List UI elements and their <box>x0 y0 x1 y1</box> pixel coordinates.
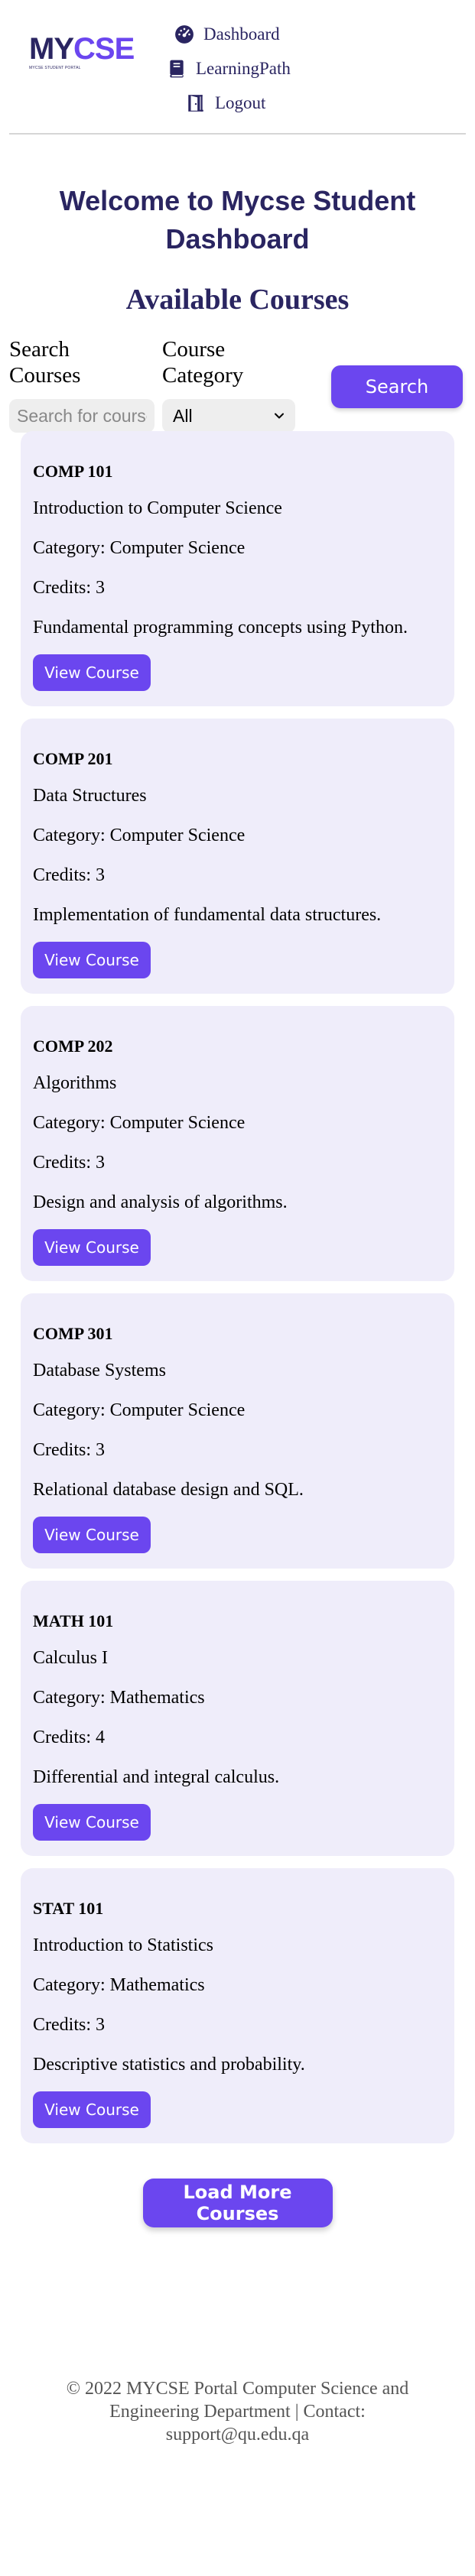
view-course-button[interactable]: View Course <box>33 1517 151 1553</box>
course-credits: Credits: 3 <box>33 1153 105 1173</box>
mycse-logo[interactable]: MYCSE MYCSE STUDENT PORTAL <box>29 34 136 73</box>
course-name: Data Structures <box>33 786 147 806</box>
course-list: COMP 101 Introduction to Computer Scienc… <box>0 431 475 2143</box>
course-description: Design and analysis of algorithms. <box>33 1192 288 1212</box>
search-input[interactable] <box>9 399 155 433</box>
view-course-button[interactable]: View Course <box>33 2091 151 2128</box>
logo-tagline: MYCSE STUDENT PORTAL <box>29 66 81 70</box>
footer-text: © 2022 MYCSE Portal Computer Science and… <box>66 2379 409 2445</box>
course-credits: Credits: 3 <box>33 2015 105 2035</box>
course-category: Category: Computer Science <box>33 538 246 558</box>
course-category: Category: Mathematics <box>33 1975 205 1995</box>
course-credits: Credits: 3 <box>33 578 105 598</box>
search-group: Search Courses <box>9 336 155 433</box>
view-course-button[interactable]: View Course <box>33 1804 151 1841</box>
header-divider <box>9 133 466 135</box>
course-description: Descriptive statistics and probability. <box>33 2055 305 2075</box>
course-name: Introduction to Computer Science <box>33 498 282 518</box>
logout-door-icon <box>188 94 203 112</box>
course-code: STAT 101 <box>33 1899 104 1918</box>
nav-label: LearningPath <box>196 58 291 78</box>
course-card: COMP 201 Data Structures Category: Compu… <box>21 719 454 994</box>
course-description: Fundamental programming concepts using P… <box>33 618 408 638</box>
course-name: Calculus I <box>33 1648 108 1668</box>
section-title: Available Courses <box>125 284 350 316</box>
nav-item-dashboard[interactable]: Dashboard <box>167 17 291 51</box>
course-card: STAT 101 Introduction to Statistics Cate… <box>21 1868 454 2143</box>
course-code: COMP 202 <box>33 1037 113 1056</box>
course-category: Category: Computer Science <box>33 826 246 845</box>
course-card: MATH 101 Calculus I Category: Mathematic… <box>21 1581 454 1856</box>
category-selected-value: All <box>173 405 193 426</box>
footer: © 2022 MYCSE Portal Computer Science and… <box>0 2377 475 2576</box>
course-name: Introduction to Statistics <box>33 1935 213 1955</box>
course-code: MATH 101 <box>33 1611 114 1630</box>
course-card: COMP 202 Algorithms Category: Computer S… <box>21 1006 454 1281</box>
search-button[interactable]: Search <box>331 365 463 408</box>
load-more-container: Load More Courses <box>0 2179 475 2227</box>
book-icon <box>170 60 184 77</box>
main-nav: Dashboard LearningPath Logout <box>167 17 291 120</box>
logo-my: MY <box>29 32 74 66</box>
nav-item-logout[interactable]: Logout <box>167 86 291 120</box>
category-label: Course Category <box>162 337 244 388</box>
chevron-down-icon <box>275 413 284 419</box>
page-title: Welcome to Mycse Student Dashboard <box>59 185 416 255</box>
load-more-button[interactable]: Load More Courses <box>142 2179 333 2227</box>
nav-label: Logout <box>215 92 266 112</box>
search-label: Search Courses <box>9 337 81 388</box>
course-credits: Credits: 3 <box>33 865 105 885</box>
view-course-button[interactable]: View Course <box>33 942 151 978</box>
course-category: Category: Computer Science <box>33 1113 246 1133</box>
course-credits: Credits: 4 <box>33 1728 105 1747</box>
category-group: Course Category All <box>162 336 295 433</box>
course-card: COMP 301 Database Systems Category: Comp… <box>21 1293 454 1569</box>
course-description: Implementation of fundamental data struc… <box>33 905 382 925</box>
main-content: Welcome to Mycse Student Dashboard Avail… <box>0 182 475 2227</box>
course-code: COMP 201 <box>33 749 113 768</box>
course-credits: Credits: 3 <box>33 1440 105 1460</box>
nav-label: Dashboard <box>203 24 280 44</box>
nav-item-learningpath[interactable]: LearningPath <box>167 51 291 86</box>
view-course-button[interactable]: View Course <box>33 654 151 691</box>
course-description: Relational database design and SQL. <box>33 1480 304 1500</box>
course-code: COMP 101 <box>33 462 113 481</box>
view-course-button[interactable]: View Course <box>33 1229 151 1266</box>
category-select[interactable]: All <box>162 399 295 433</box>
header: MYCSE MYCSE STUDENT PORTAL Dashboard Lea… <box>0 0 475 135</box>
course-card: COMP 101 Introduction to Computer Scienc… <box>21 431 454 706</box>
course-category: Category: Mathematics <box>33 1688 205 1708</box>
course-category: Category: Computer Science <box>33 1400 246 1420</box>
course-description: Differential and integral calculus. <box>33 1767 280 1787</box>
logo-cse: CSE <box>73 32 135 66</box>
dashboard-gauge-icon <box>175 24 194 44</box>
course-code: COMP 301 <box>33 1324 113 1343</box>
course-name: Algorithms <box>33 1073 117 1093</box>
course-filters: Search Courses Course Category All Searc… <box>0 324 475 433</box>
course-name: Database Systems <box>33 1361 166 1380</box>
